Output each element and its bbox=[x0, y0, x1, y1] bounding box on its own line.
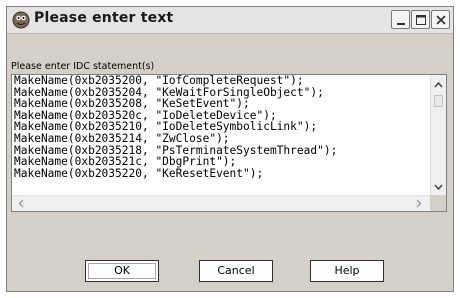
idc-statement-textarea[interactable]: MakeName(0xb2035200, "IofCompleteRequest… bbox=[11, 74, 447, 212]
minimize-icon bbox=[397, 23, 405, 25]
chevron-up-icon bbox=[434, 81, 443, 88]
ok-label: OK bbox=[114, 264, 130, 277]
vertical-scrollbar[interactable] bbox=[430, 75, 446, 196]
scroll-right-button[interactable] bbox=[411, 196, 426, 211]
scrollbar-corner bbox=[430, 195, 446, 211]
cancel-button[interactable]: Cancel bbox=[199, 260, 273, 282]
code-line: MakeName(0xb203521c, "DbgPrint"); bbox=[14, 155, 237, 169]
code-area[interactable]: MakeName(0xb2035200, "IofCompleteRequest… bbox=[14, 75, 428, 197]
chevron-right-icon bbox=[416, 199, 422, 208]
minimize-button[interactable] bbox=[391, 10, 410, 29]
close-button[interactable] bbox=[431, 10, 450, 29]
code-line: MakeName(0xb2035214, "ZwClose"); bbox=[14, 131, 230, 145]
maximize-button[interactable] bbox=[411, 10, 430, 29]
maximize-icon bbox=[416, 15, 426, 25]
ok-button[interactable]: OK bbox=[85, 260, 159, 282]
vertical-scroll-thumb[interactable] bbox=[434, 95, 443, 107]
scroll-up-button[interactable] bbox=[431, 77, 446, 92]
dialog-window: Please enter text Please enter IDC state… bbox=[6, 6, 454, 292]
code-line: MakeName(0xb2035220, "KeResetEvent"); bbox=[14, 166, 264, 180]
code-line: MakeName(0xb2035200, "IofCompleteRequest… bbox=[14, 75, 304, 87]
help-label: Help bbox=[334, 264, 360, 277]
window-title: Please enter text bbox=[34, 10, 174, 26]
scroll-left-button[interactable] bbox=[14, 196, 29, 211]
scroll-down-button[interactable] bbox=[431, 179, 446, 194]
close-icon bbox=[436, 15, 446, 25]
help-button[interactable]: Help bbox=[310, 260, 384, 282]
chevron-left-icon bbox=[18, 199, 24, 208]
horizontal-scrollbar[interactable] bbox=[12, 195, 430, 211]
cancel-label: Cancel bbox=[217, 264, 255, 277]
title-bar[interactable]: Please enter text bbox=[7, 7, 453, 34]
chevron-down-icon bbox=[434, 184, 443, 191]
ida-icon bbox=[12, 11, 30, 29]
prompt-label: Please enter IDC statement(s) bbox=[11, 61, 155, 72]
